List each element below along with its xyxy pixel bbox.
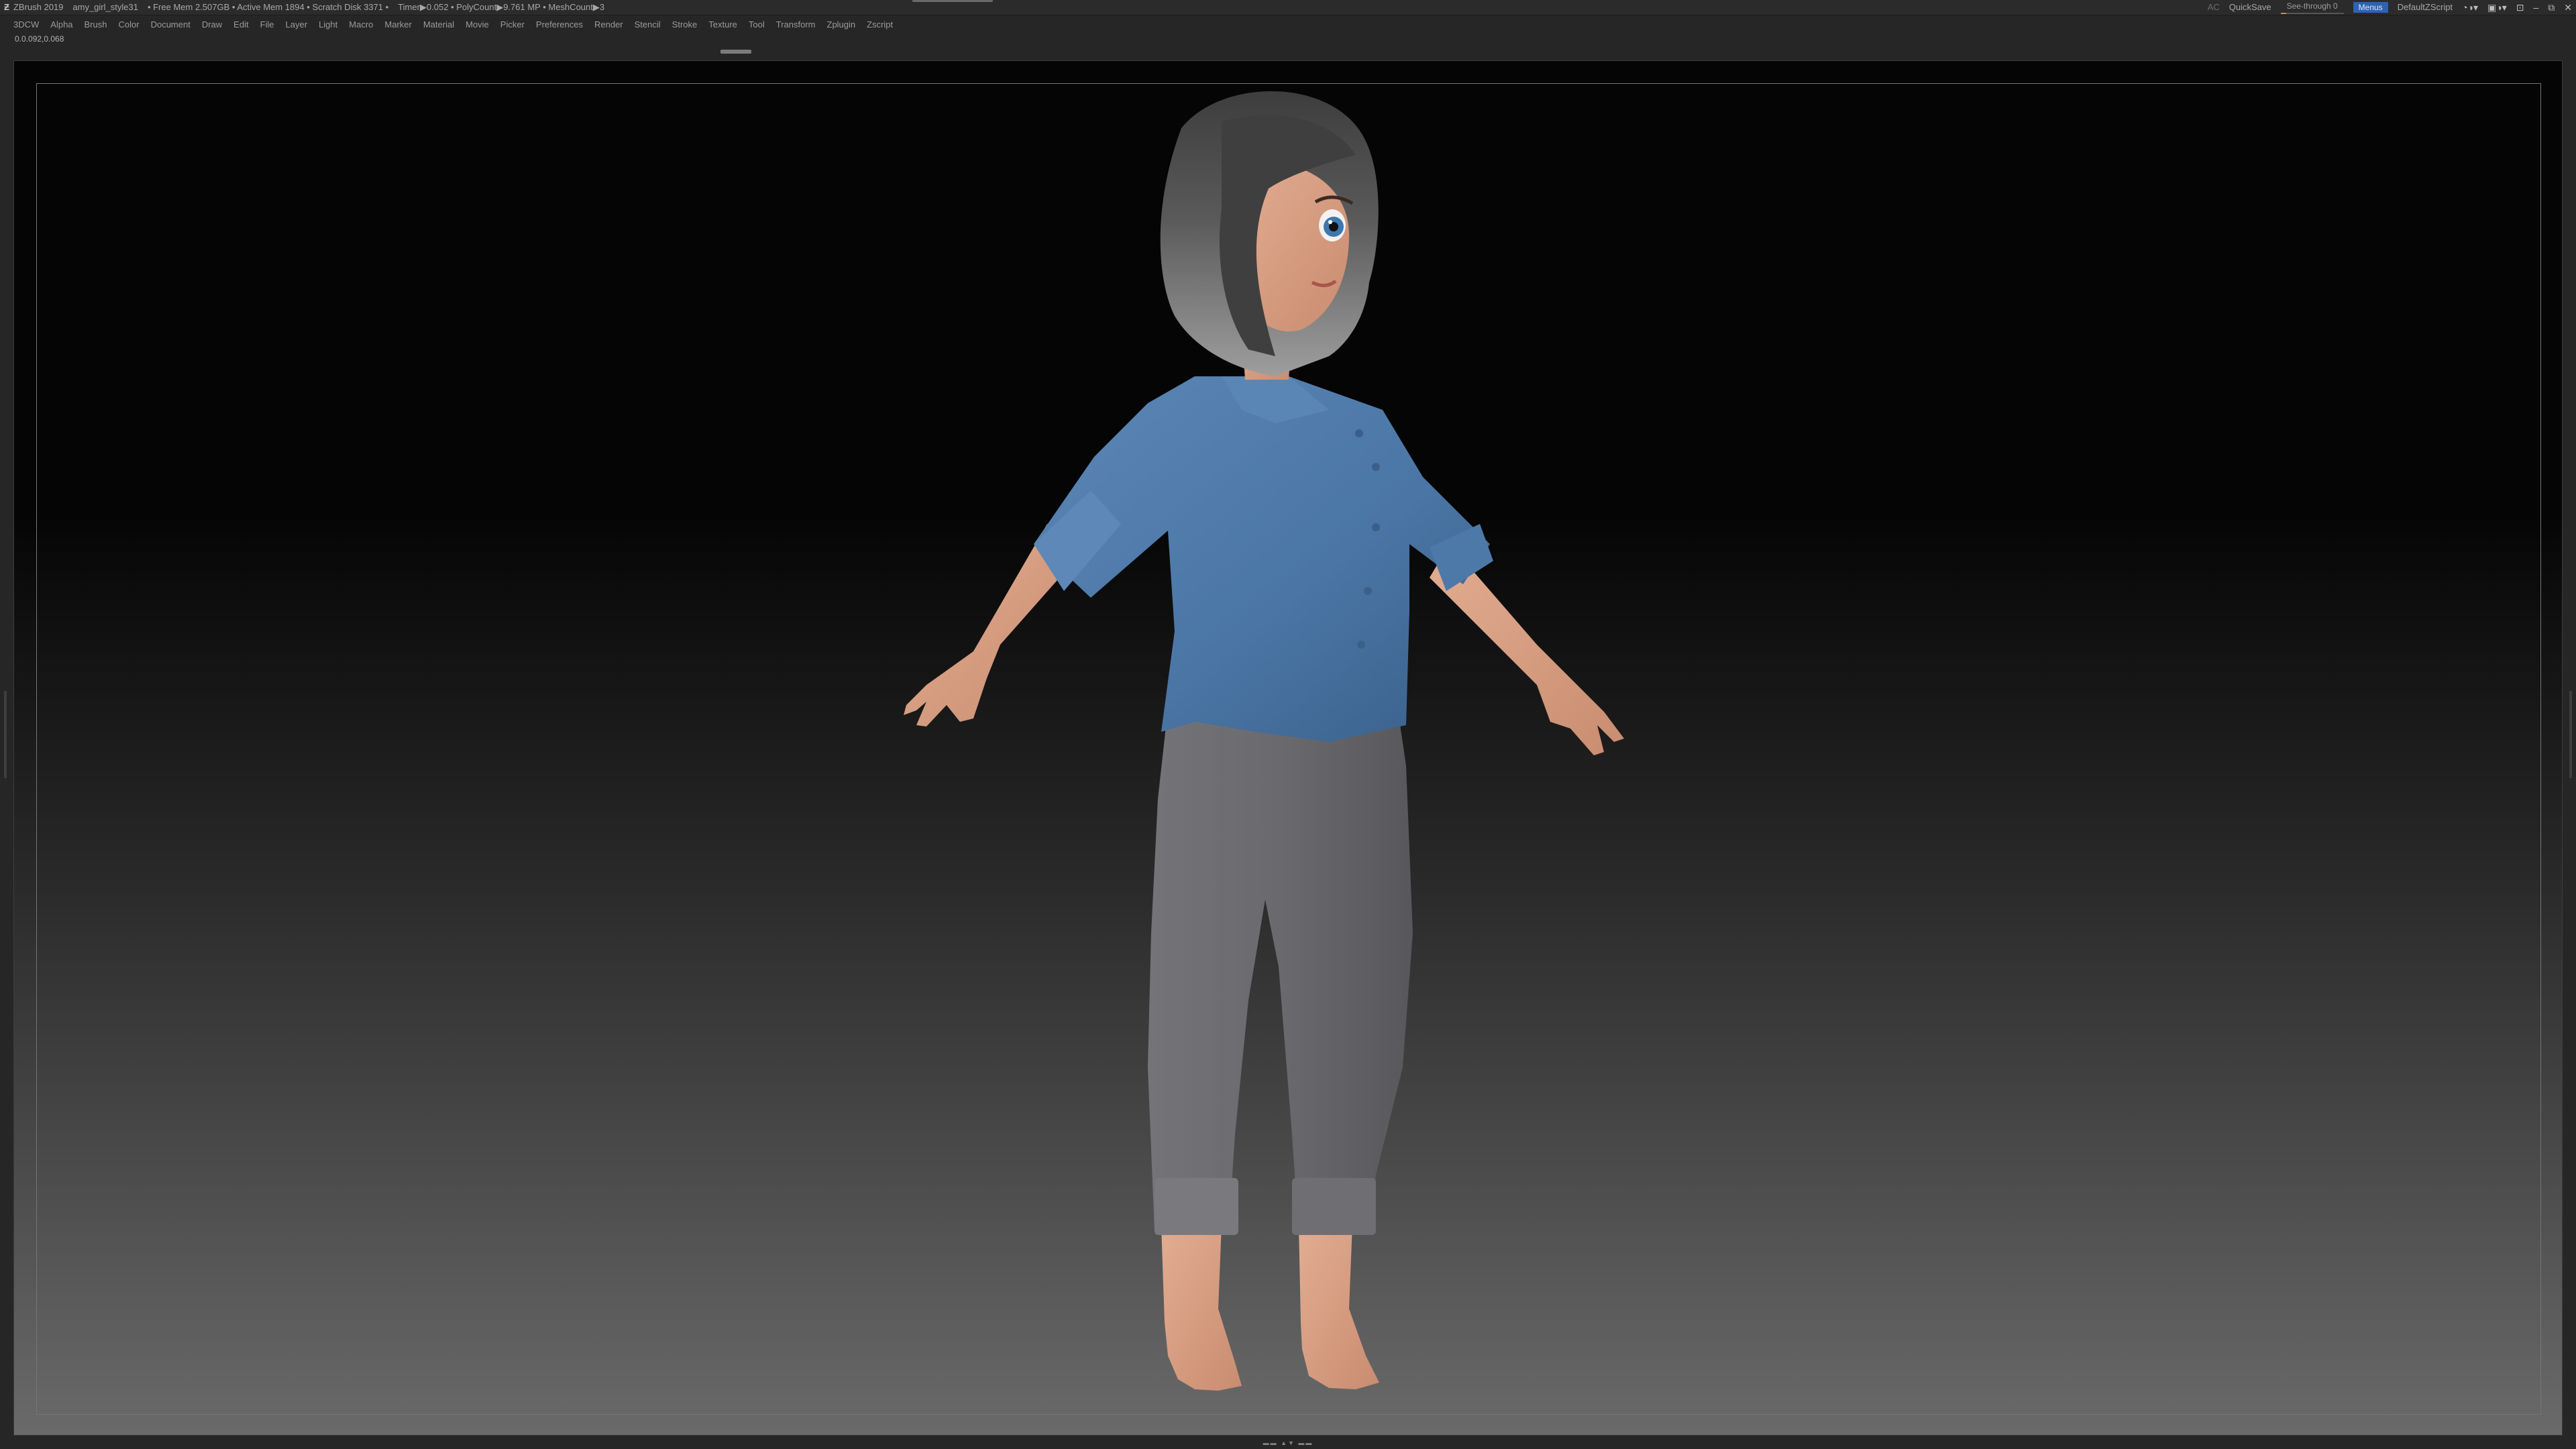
menu-edit[interactable]: Edit — [233, 19, 248, 30]
menu-render[interactable]: Render — [594, 19, 623, 30]
menu-brush[interactable]: Brush — [85, 19, 107, 30]
timer-stats: Timer▶0.052 • PolyCount▶9.761 MP • MeshC… — [398, 2, 605, 12]
menu-zscript[interactable]: Zscript — [867, 19, 893, 30]
menu-macro[interactable]: Macro — [349, 19, 373, 30]
menu-layer[interactable]: Layer — [286, 19, 308, 30]
layout-icon[interactable]: ▣◑▾ — [2487, 0, 2507, 15]
tray-drag-handle[interactable] — [720, 50, 751, 54]
menu-movie[interactable]: Movie — [466, 19, 489, 30]
default-zscript-button[interactable]: DefaultZScript — [2398, 0, 2453, 15]
help-icon[interactable]: ◔◑▾ — [2462, 0, 2478, 15]
menu-picker[interactable]: Picker — [500, 19, 525, 30]
menu-alpha[interactable]: Alpha — [50, 19, 72, 30]
menus-button[interactable]: Menus — [2353, 2, 2388, 13]
app-name: ZBrush 2019 — [13, 2, 64, 12]
bottom-tray-handle[interactable]: ▬▬ ▲▼ ▬▬ — [1244, 1440, 1332, 1446]
menu-file[interactable]: File — [260, 19, 274, 30]
main-menu-bar: 3DCW Alpha Brush Color Document Draw Edi… — [0, 15, 2576, 33]
left-tray-handle[interactable] — [4, 691, 7, 778]
character-model[interactable] — [14, 61, 2563, 1436]
feet — [1161, 1225, 1379, 1391]
file-name: amy_girl_style31 — [72, 2, 138, 12]
menu-color[interactable]: Color — [119, 19, 140, 30]
menu-light[interactable]: Light — [319, 19, 337, 30]
quicksave-button[interactable]: QuickSave — [2229, 0, 2271, 15]
cursor-coordinates: 0.0.092,0.068 — [15, 34, 64, 44]
menu-stencil[interactable]: Stencil — [635, 19, 661, 30]
menu-marker[interactable]: Marker — [384, 19, 411, 30]
menu-3dcw[interactable]: 3DCW — [13, 19, 39, 30]
close-icon[interactable]: ✕ — [2564, 0, 2572, 15]
shirt — [1034, 376, 1493, 742]
zbrush-logo-icon: Ƶ — [4, 2, 9, 12]
menu-texture[interactable]: Texture — [708, 19, 737, 30]
title-scroll-indicator[interactable] — [912, 0, 993, 2]
memory-stats: • Free Mem 2.507GB • Active Mem 1894 • S… — [147, 2, 389, 12]
maximize-icon[interactable]: ⧉ — [2548, 0, 2555, 15]
lock-icon[interactable]: ⊡ — [2516, 0, 2524, 15]
title-bar: Ƶ ZBrush 2019 amy_girl_style31 • Free Me… — [0, 0, 2576, 15]
document-canvas[interactable] — [13, 60, 2563, 1436]
minimize-icon[interactable]: – — [2533, 0, 2538, 15]
right-tray-handle[interactable] — [2569, 691, 2572, 778]
menu-preferences[interactable]: Preferences — [536, 19, 583, 30]
menu-transform[interactable]: Transform — [776, 19, 816, 30]
menu-document[interactable]: Document — [151, 19, 191, 30]
menu-zplugin[interactable]: Zplugin — [827, 19, 856, 30]
see-through-fill — [2280, 13, 2286, 14]
see-through-label: See-through 0 — [2286, 1, 2338, 11]
menu-stroke[interactable]: Stroke — [672, 19, 698, 30]
menu-material[interactable]: Material — [423, 19, 454, 30]
see-through-slider[interactable]: See-through 0 — [2280, 1, 2344, 14]
menu-tool[interactable]: Tool — [749, 19, 765, 30]
ac-label[interactable]: AC — [2208, 0, 2220, 15]
menu-draw[interactable]: Draw — [202, 19, 222, 30]
pants — [1148, 675, 1413, 1235]
